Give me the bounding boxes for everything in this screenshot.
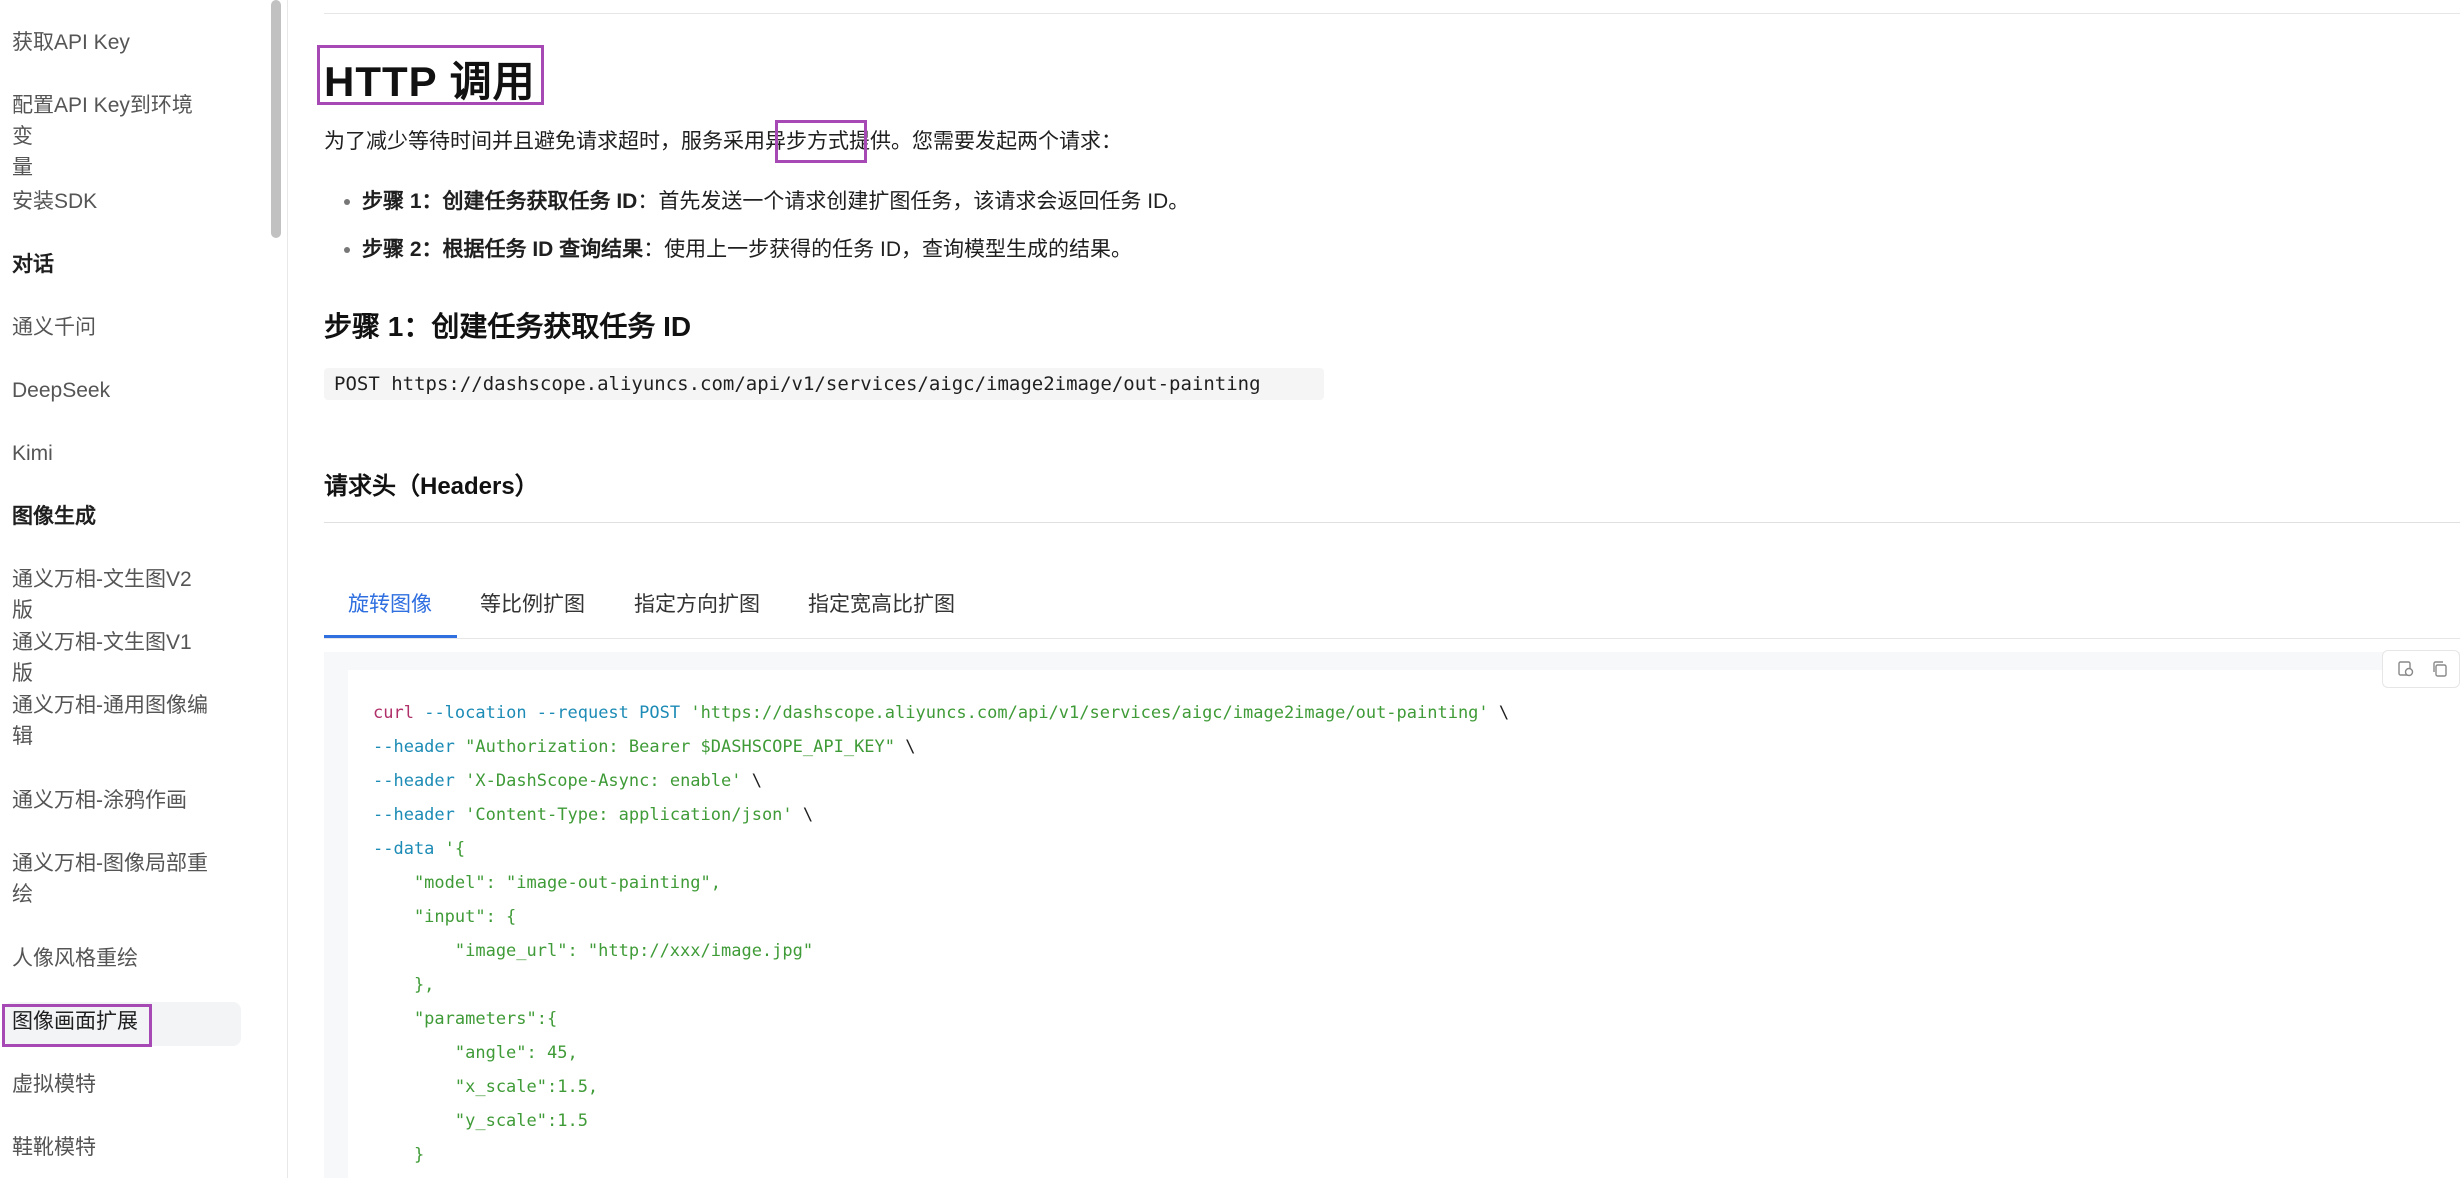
- code-line: --header 'Content-Type: application/json…: [373, 803, 813, 827]
- endpoint-code: POST https://dashscope.aliyuncs.com/api/…: [324, 368, 1324, 400]
- tab-direction-expand[interactable]: 指定方向扩图: [634, 588, 760, 618]
- code-token: 'X-DashScope-Async: enable': [465, 771, 742, 791]
- code-token: '{: [444, 839, 466, 859]
- code-line: --data '{: [373, 837, 465, 861]
- sidebar-item[interactable]: 安装SDK: [12, 186, 212, 217]
- code-token: "model": "image-out-painting",: [373, 873, 721, 893]
- tab-aspect-ratio-expand[interactable]: 指定宽高比扩图: [808, 588, 955, 618]
- bullet-bold-text: 步骤 2：根据任务 ID 查询结果: [362, 238, 644, 261]
- intro-paragraph: 为了减少等待时间并且避免请求超时，服务采用异步方式提供。您需要发起两个请求：: [324, 126, 1122, 157]
- bullet-text: ：首先发送一个请求创建扩图任务，该请求会返回任务 ID。: [637, 190, 1190, 213]
- sidebar-item[interactable]: 图像画面扩展: [12, 1006, 212, 1037]
- code-line: --header 'X-DashScope-Async: enable' \: [373, 769, 762, 793]
- code-token: --location --request POST: [424, 703, 681, 723]
- sidebar-item[interactable]: 通义万相-通用图像编 辑: [12, 690, 212, 752]
- code-tabs: 旋转图像 等比例扩图 指定方向扩图 指定宽高比扩图: [324, 578, 2460, 639]
- code-token: 'https://dashscope.aliyuncs.com/api/v1/s…: [690, 703, 1489, 723]
- code-line: "y_scale":1.5: [373, 1109, 588, 1133]
- list-item: 步骤 1：创建任务获取任务 ID：首先发送一个请求创建扩图任务，该请求会返回任务…: [344, 186, 1189, 217]
- code-token: "parameters":{: [373, 1009, 558, 1029]
- code-token: 'Content-Type: application/json': [465, 805, 793, 825]
- sidebar-item[interactable]: 通义千问: [12, 312, 212, 343]
- code-token: "Authorization: Bearer $DASHSCOPE_API_KE…: [465, 737, 896, 757]
- code-token: \: [1488, 703, 1510, 723]
- sidebar-item[interactable]: 获取API Key: [12, 27, 212, 58]
- code-token: },: [373, 975, 435, 995]
- code-token: \: [895, 737, 916, 757]
- ai-explain-icon[interactable]: [2397, 660, 2415, 678]
- code-token: }: [373, 1145, 425, 1165]
- code-line: }: [373, 1143, 424, 1167]
- sidebar-item[interactable]: 鞋靴模特: [12, 1132, 212, 1163]
- intro-text-highlight: 异步方式: [765, 130, 849, 153]
- tab-proportional-expand[interactable]: 等比例扩图: [480, 588, 585, 618]
- active-tab-indicator: [324, 635, 457, 638]
- code-line: },: [373, 973, 434, 997]
- code-token: "x_scale":1.5,: [373, 1077, 599, 1097]
- code-token: "y_scale":1.5: [373, 1111, 588, 1131]
- code-token: --header: [373, 771, 455, 791]
- sidebar-item[interactable]: 通义万相-涂鸦作画: [12, 785, 212, 816]
- tab-rotate-image[interactable]: 旋转图像: [348, 588, 432, 618]
- code-token: --data: [373, 839, 435, 859]
- code-line: "angle": 45,: [373, 1041, 578, 1065]
- bullet-dot: [344, 199, 350, 205]
- sidebar-item[interactable]: 配置API Key到环境变 量: [12, 90, 212, 183]
- code-line: "x_scale":1.5,: [373, 1075, 598, 1099]
- code-line: curl --location --request POST 'https://…: [373, 701, 1509, 725]
- list-item: 步骤 2：根据任务 ID 查询结果：使用上一步获得的任务 ID，查询模型生成的结…: [344, 234, 1132, 265]
- code-toolbar: [2382, 650, 2460, 688]
- sidebar-group-heading[interactable]: 对话: [12, 249, 212, 280]
- sidebar-scrollbar-thumb[interactable]: [271, 0, 281, 238]
- page-title: HTTP 调用: [324, 58, 536, 105]
- bullet-bold-text: 步骤 1：创建任务获取任务 ID: [362, 190, 638, 213]
- intro-text-after: 提供。您需要发起两个请求：: [849, 130, 1122, 153]
- sidebar-item[interactable]: DeepSeek: [12, 375, 212, 406]
- sidebar-nav: 获取API Key 配置API Key到环境变 量安装SDK 对话通义千问 DeepS…: [0, 0, 288, 1178]
- code-token: \: [792, 805, 814, 825]
- code-token: --header: [373, 805, 455, 825]
- code-token: "image_url": "http://xxx/image.jpg": [373, 941, 814, 961]
- code-token: "angle": 45,: [373, 1043, 578, 1063]
- copy-icon[interactable]: [2431, 660, 2449, 678]
- sidebar-item[interactable]: Kimi: [12, 438, 212, 469]
- code-token: --header: [373, 737, 455, 757]
- sidebar-item[interactable]: 人像风格重绘: [12, 943, 212, 974]
- bullet-dot: [344, 247, 350, 253]
- top-divider: [324, 13, 2460, 14]
- code-token: \: [741, 771, 762, 791]
- code-line: "parameters":{: [373, 1007, 557, 1031]
- step1-heading: 步骤 1：创建任务获取任务 ID: [324, 311, 692, 342]
- headers-heading: 请求头（Headers）: [324, 473, 539, 500]
- code-line: "input": {: [373, 905, 516, 929]
- bullet-text: ：使用上一步获得的任务 ID，查询模型生成的结果。: [643, 238, 1133, 261]
- sidebar-item[interactable]: 通义万相-文生图V1版: [12, 627, 212, 689]
- code-block: [324, 652, 2460, 1178]
- code-line: "model": "image-out-painting",: [373, 871, 721, 895]
- code-line: --header "Authorization: Bearer $DASHSCO…: [373, 735, 916, 759]
- intro-text-before: 为了减少等待时间并且避免请求超时，服务采用: [324, 130, 765, 153]
- code-token: curl: [373, 703, 414, 723]
- sidebar-item[interactable]: 虚拟模特: [12, 1069, 212, 1100]
- section-divider: [324, 522, 2460, 523]
- code-token: "input": {: [373, 907, 517, 927]
- code-line: "image_url": "http://xxx/image.jpg": [373, 939, 813, 963]
- sidebar-group-heading[interactable]: 图像生成: [12, 501, 212, 532]
- sidebar-item[interactable]: 通义万相-图像局部重 绘: [12, 848, 212, 910]
- sidebar-item[interactable]: 通义万相-文生图V2版: [12, 564, 212, 626]
